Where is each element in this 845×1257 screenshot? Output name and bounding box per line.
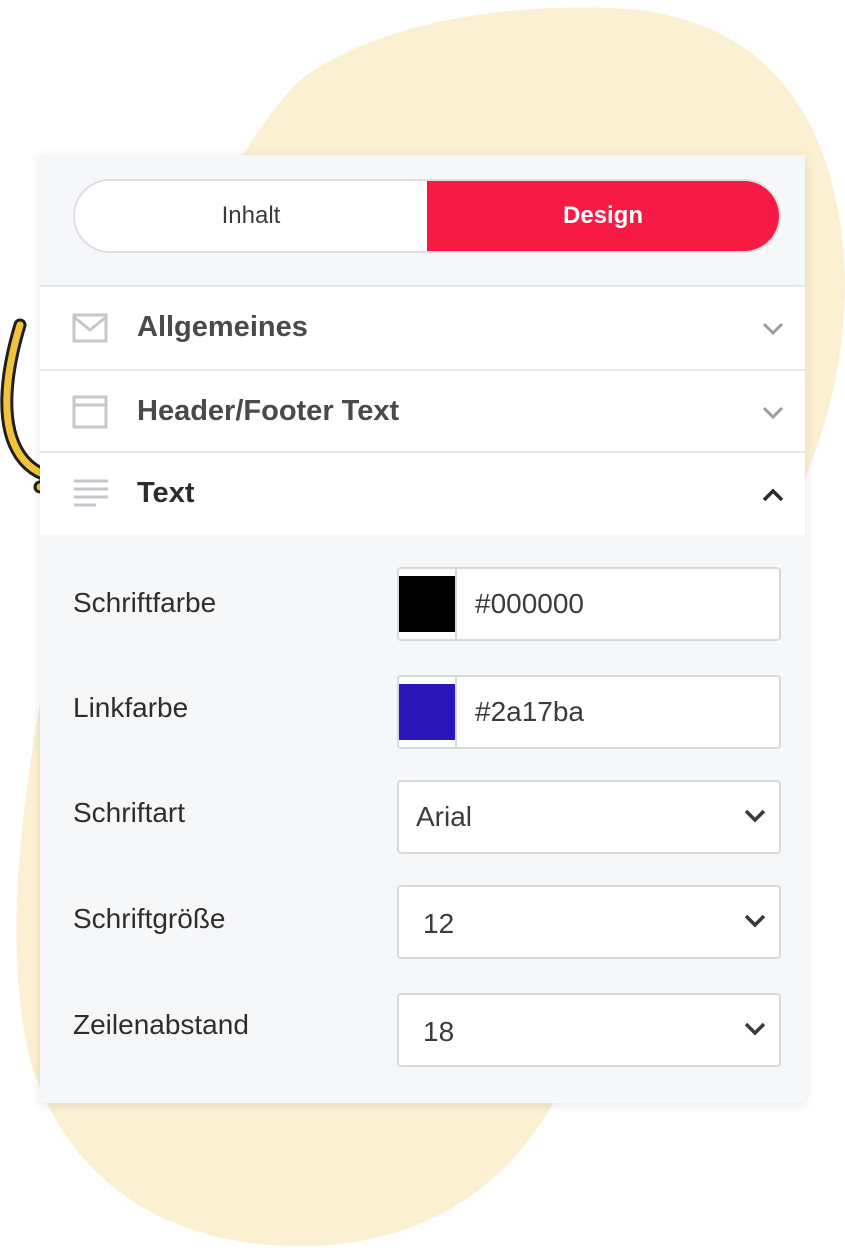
tab-design[interactable]: Design [427, 181, 779, 251]
section-label: Allgemeines [137, 311, 308, 343]
selected-value: 18 [423, 1016, 455, 1047]
chevron-down-icon [744, 914, 766, 928]
font-color-label: Schriftfarbe [73, 587, 217, 618]
settings-panel: Inhalt Design Allgemeines Header/Footer … [40, 155, 805, 1103]
chevron-down-icon [744, 1022, 766, 1036]
font-color-input[interactable] [457, 569, 805, 639]
selected-value: Arial [416, 801, 473, 832]
font-size-label: Schriftgröße [73, 903, 226, 934]
section-label: Text [137, 477, 195, 509]
mail-icon [72, 313, 108, 343]
chevron-down-icon [762, 406, 784, 420]
section-header-footer-text[interactable]: Header/Footer Text [40, 369, 805, 453]
link-color-swatch[interactable] [399, 677, 457, 747]
text-lines-icon [74, 479, 108, 507]
link-color-field [397, 675, 805, 749]
section-label: Header/Footer Text [137, 395, 400, 427]
chevron-down-icon [762, 322, 784, 336]
section-allgemeines[interactable]: Allgemeines [40, 285, 805, 371]
window-icon [72, 395, 108, 429]
selected-value: 12 [423, 908, 455, 939]
font-color-field [397, 567, 805, 641]
link-color-input[interactable] [457, 677, 805, 747]
link-color-label: Linkfarbe [73, 692, 189, 723]
font-size-select[interactable]: 12 [397, 885, 781, 959]
font-color-swatch[interactable] [399, 569, 457, 639]
chevron-up-icon [762, 488, 784, 502]
line-height-label: Zeilenabstand [73, 1009, 249, 1040]
section-text[interactable]: Text [40, 451, 805, 535]
line-height-select[interactable]: 18 [397, 993, 781, 1067]
content-design-toggle: Inhalt Design [73, 179, 781, 253]
font-family-select[interactable]: Arial [397, 780, 781, 854]
font-family-label: Schriftart [73, 797, 186, 828]
chevron-down-icon [744, 809, 766, 823]
tab-inhalt[interactable]: Inhalt [75, 181, 427, 251]
